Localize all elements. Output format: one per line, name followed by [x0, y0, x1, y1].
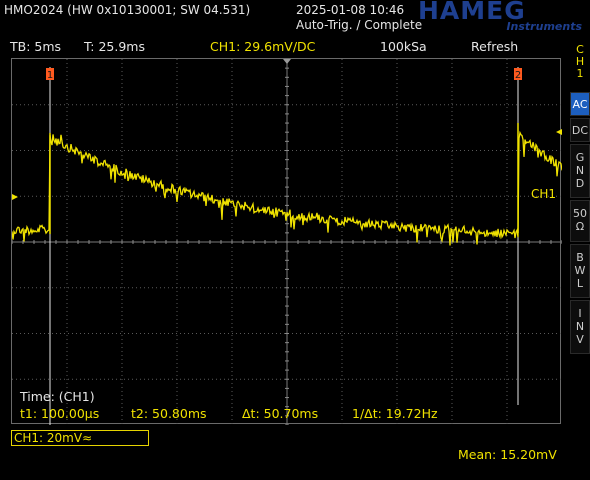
side-channel-label: CH1: [575, 43, 585, 80]
side-button-ac[interactable]: AC: [570, 92, 590, 116]
side-button-dc[interactable]: DC: [570, 118, 590, 142]
trigger-time-readout[interactable]: T: 25.9ms: [84, 39, 145, 54]
side-button-gnd[interactable]: GND: [570, 144, 590, 198]
waveform-svg: 121CH1: [12, 59, 562, 425]
acquisition-mode[interactable]: Refresh: [471, 39, 518, 54]
measurement-title: Time: (CH1): [20, 389, 95, 404]
side-button-bwl[interactable]: BWL: [570, 244, 590, 298]
ch1-trace-label: CH1: [531, 187, 556, 201]
timebase-readout[interactable]: TB: 5ms: [10, 39, 61, 54]
cursor-2-label: 2: [515, 70, 521, 81]
channel-setting-readout[interactable]: CH1: 29.6mV/DC: [210, 39, 315, 54]
ch1-scale-box[interactable]: CH1: 20mV≈: [11, 430, 149, 446]
waveform-display[interactable]: 121CH1: [11, 58, 562, 425]
delta-t-readout: Δt: 50.70ms: [242, 406, 319, 421]
brand-subtitle: Instruments: [506, 20, 582, 33]
date-time: 2025-01-08 10:46: [296, 3, 405, 17]
sample-rate-readout: 100kSa: [380, 39, 427, 54]
inverse-delta-t-readout: 1/Δt: 19.72Hz: [352, 406, 438, 421]
trigger-position-marker: [283, 59, 291, 64]
cursor-t2-readout: t2: 50.80ms: [131, 406, 207, 421]
side-button-inv[interactable]: INV: [570, 300, 590, 354]
channel-side-menu: CH1 AC DC G N D 50 Ω B W L I N V: [570, 44, 590, 370]
ch1-level-marker: [12, 194, 18, 200]
cursor-1-label: 1: [47, 70, 53, 81]
mean-measurement: Mean: 15.20mV: [458, 447, 557, 462]
cursor-t1-readout: t1: 100.00µs: [20, 406, 100, 421]
trigger-level-marker: [556, 129, 562, 135]
side-button-50ohm[interactable]: 50 Ω: [570, 200, 590, 242]
brand-logo: HAMEG Instruments: [414, 0, 586, 34]
trigger-status: Auto-Trig. / Complete: [296, 18, 423, 32]
device-info: HMO2024 (HW 0x10130001; SW 04.531): [4, 3, 251, 17]
status-info-bar: TB: 5ms T: 25.9ms CH1: 29.6mV/DC 100kSa …: [0, 37, 570, 56]
